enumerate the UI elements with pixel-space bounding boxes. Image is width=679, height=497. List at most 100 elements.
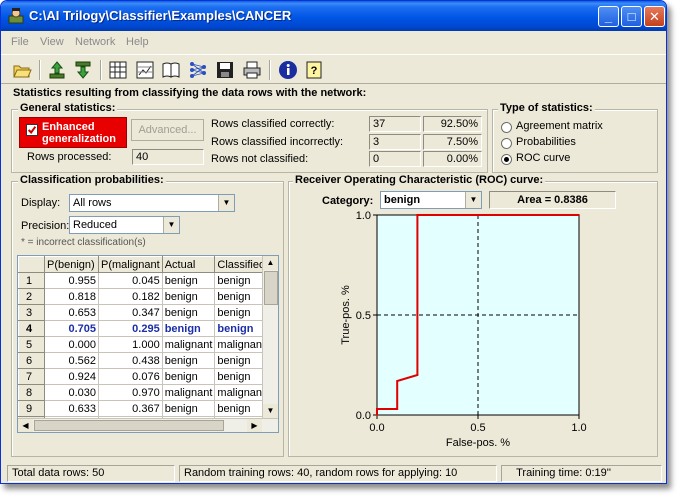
scroll-down-icon[interactable]: ▼ [263, 404, 278, 418]
table-cell[interactable]: 0.347 [98, 304, 163, 321]
table-row[interactable]: 9 0.633 0.367 benign benign [18, 400, 276, 417]
display-label: Display: [21, 197, 61, 209]
row-number[interactable]: 6 [18, 352, 45, 369]
horizontal-scrollbar[interactable]: ◀ ▶ [18, 418, 278, 432]
row-number[interactable]: 7 [18, 368, 45, 385]
table-cell[interactable]: 0.030 [44, 384, 99, 401]
table-row[interactable]: 1 0.955 0.045 benign benign [18, 272, 276, 289]
radio-agreement-matrix-label[interactable]: Agreement matrix [516, 120, 603, 132]
radio-probabilities-label[interactable]: Probabilities [516, 136, 576, 148]
hscroll-thumb[interactable] [34, 420, 224, 431]
precision-select[interactable]: Reduced ▼ [69, 216, 180, 234]
scroll-right-icon[interactable]: ▶ [247, 419, 262, 432]
table-cell[interactable]: 0.438 [98, 352, 163, 369]
table-row[interactable]: 3 0.653 0.347 benign benign [18, 304, 276, 321]
column-header[interactable]: P(benign) [44, 256, 99, 273]
table-cell[interactable]: 0.924 [44, 368, 99, 385]
table-cell[interactable]: malignant [161, 384, 216, 401]
print-icon[interactable] [241, 59, 263, 81]
table-cell[interactable]: malignant [161, 336, 216, 353]
table-icon[interactable] [107, 59, 129, 81]
row-number[interactable]: 8 [18, 384, 45, 401]
y-tick-label: 0.5 [356, 310, 371, 322]
minimize-button[interactable]: _ [598, 6, 619, 27]
roc-curve-point [396, 380, 399, 382]
table-cell[interactable]: 1.000 [98, 336, 163, 353]
radio-roc-curve-label[interactable]: ROC curve [516, 152, 570, 164]
row-number[interactable]: 2 [18, 288, 45, 305]
table-cell[interactable]: 0.633 [44, 400, 99, 417]
scroll-thumb[interactable] [264, 271, 278, 305]
checkmark-icon [27, 126, 37, 135]
table-cell[interactable]: benign [161, 288, 216, 305]
rows-incorrect-label: Rows classified incorrectly: [211, 136, 344, 148]
open-folder-icon[interactable] [11, 59, 33, 81]
vertical-scrollbar[interactable]: ▲ ▼ [262, 256, 278, 432]
menu-help[interactable]: Help [126, 36, 149, 48]
row-number[interactable]: 5 [18, 336, 45, 353]
book-icon[interactable] [160, 59, 182, 81]
maximize-button[interactable]: □ [621, 6, 642, 27]
rows-correct-label: Rows classified correctly: [211, 118, 335, 130]
table-cell[interactable]: 0.562 [44, 352, 99, 369]
row-number[interactable]: 4 [18, 320, 45, 337]
table-row[interactable]: 5 0.000 1.000 malignant malignant [18, 336, 276, 353]
menu-view[interactable]: View [40, 36, 64, 48]
info-icon[interactable] [277, 59, 299, 81]
table-cell[interactable]: 0.705 [44, 320, 99, 337]
radio-probabilities[interactable] [501, 138, 512, 149]
table-cell[interactable]: benign [161, 272, 216, 289]
column-header[interactable]: Actual [161, 256, 216, 273]
chevron-down-icon[interactable]: ▼ [163, 217, 179, 233]
table-cell[interactable]: benign [161, 320, 216, 337]
advanced-button[interactable]: Advanced... [131, 119, 204, 141]
precision-select-value: Reduced [73, 219, 118, 231]
upload-icon[interactable] [46, 59, 68, 81]
table-cell[interactable]: benign [161, 304, 216, 321]
row-number[interactable]: 9 [18, 400, 45, 417]
rows-correct-count: 37 [369, 116, 421, 132]
menu-file[interactable]: File [11, 36, 29, 48]
table-cell[interactable]: benign [161, 352, 216, 369]
rows-incorrect-count: 3 [369, 134, 421, 150]
title-bar[interactable]: C:\AI Trilogy\Classifier\Examples\CANCER… [1, 1, 666, 31]
table-row[interactable]: 4 0.705 0.295 benign benign [18, 320, 276, 337]
table-cell[interactable]: 0.955 [44, 272, 99, 289]
table-cell[interactable]: 0.295 [98, 320, 163, 337]
probabilities-table[interactable]: P(benign) P(malignant Actual Classified 1 0.… [17, 255, 279, 433]
display-select[interactable]: All rows ▼ [69, 194, 235, 212]
table-row[interactable]: 8 0.030 0.970 malignant malignant [18, 384, 276, 401]
row-number[interactable]: 3 [18, 304, 45, 321]
download-icon[interactable] [72, 59, 94, 81]
table-row[interactable]: 2 0.818 0.182 benign benign [18, 288, 276, 305]
column-header[interactable] [18, 256, 45, 273]
save-disk-icon[interactable] [214, 59, 236, 81]
close-button[interactable]: ✕ [644, 6, 665, 27]
incorrect-note: * = incorrect classification(s) [21, 237, 146, 248]
table-cell[interactable]: 0.076 [98, 368, 163, 385]
table-row[interactable]: 6 0.562 0.438 benign benign [18, 352, 276, 369]
table-cell[interactable]: 0.653 [44, 304, 99, 321]
enhanced-generalization-checkbox[interactable]: Enhanced generalization [19, 117, 127, 148]
table-cell[interactable]: benign [161, 400, 216, 417]
table-cell[interactable]: 0.000 [44, 336, 99, 353]
table-cell[interactable]: benign [161, 368, 216, 385]
enhanced-checkbox-box[interactable] [26, 124, 38, 136]
table-cell[interactable]: 0.970 [98, 384, 163, 401]
menu-network[interactable]: Network [75, 36, 115, 48]
column-header[interactable]: P(malignant [98, 256, 163, 273]
help-icon[interactable]: ? [303, 59, 325, 81]
scroll-left-icon[interactable]: ◀ [18, 419, 33, 432]
chevron-down-icon[interactable]: ▼ [218, 195, 234, 211]
row-number[interactable]: 1 [18, 272, 45, 289]
scroll-up-icon[interactable]: ▲ [263, 256, 278, 270]
table-cell[interactable]: 0.182 [98, 288, 163, 305]
chart-icon[interactable] [134, 59, 156, 81]
network-icon[interactable] [187, 59, 209, 81]
table-row[interactable]: 7 0.924 0.076 benign benign [18, 368, 276, 385]
table-cell[interactable]: 0.367 [98, 400, 163, 417]
table-cell[interactable]: 0.818 [44, 288, 99, 305]
table-cell[interactable]: 0.045 [98, 272, 163, 289]
radio-agreement-matrix[interactable] [501, 122, 512, 133]
radio-roc-curve[interactable] [501, 154, 512, 165]
